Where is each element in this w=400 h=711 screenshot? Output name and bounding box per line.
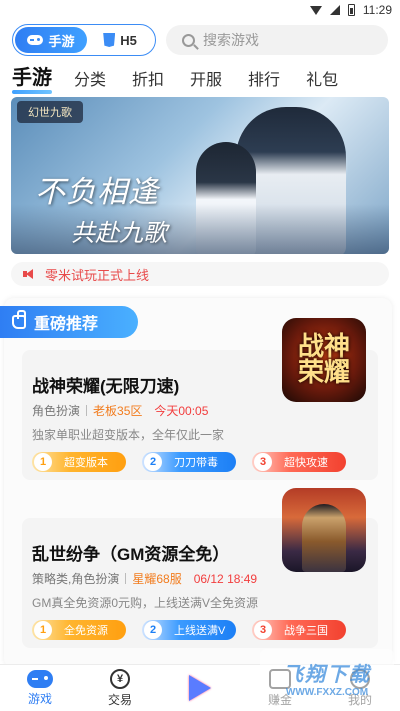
tag-number: 2 <box>144 453 162 471</box>
game-tags: 1 超变版本 2 刀刀带毒 3 超快攻速 <box>32 452 346 472</box>
game-open-time: 今天00:05 <box>154 404 209 418</box>
search-icon <box>182 33 195 47</box>
mode-toggle[interactable]: 手游 H5 <box>12 24 156 56</box>
site-watermark: 飞翔下载 WWW.FXXZ.COM <box>260 649 394 707</box>
banner-slogan: 不负相逢 共赴九歌 <box>35 167 167 248</box>
signal-icon <box>329 5 340 15</box>
game-tag: 2 上线送满V <box>142 620 236 640</box>
tab-categories[interactable]: 分类 <box>74 66 106 96</box>
tag-number: 2 <box>144 621 162 639</box>
tag-number: 3 <box>254 621 272 639</box>
search-input[interactable] <box>203 32 373 48</box>
status-time: 11:29 <box>362 3 392 17</box>
yen-coin-icon: ¥ <box>110 668 130 689</box>
gamepad-icon <box>27 35 44 45</box>
game-icon-luanshi[interactable] <box>282 488 366 572</box>
battery-icon <box>347 4 355 16</box>
game-icon-text: 战神荣耀 <box>297 332 350 388</box>
nav-games-label: 游戏 <box>27 691 52 706</box>
mode-mobile-label: 手游 <box>48 33 75 49</box>
tag-label: 超快攻速 <box>284 457 328 469</box>
nav-trade-label: 交易 <box>107 692 132 707</box>
tab-gift-packs[interactable]: 礼包 <box>306 66 338 96</box>
game-server: 星耀68服 <box>132 572 182 586</box>
announcement-text: 零米试玩正式上线 <box>45 267 150 283</box>
nav-trade[interactable]: ¥ 交易 <box>80 665 160 711</box>
game-tag: 3 超快攻速 <box>252 452 346 472</box>
search-bar[interactable] <box>166 25 388 55</box>
tag-label: 超变版本 <box>64 457 108 469</box>
game-tag: 3 战争三国 <box>252 620 346 640</box>
bottom-navigation: 游戏 ¥ 交易 赚金 我的 飞翔下载 WWW.FXXZ.COM <box>0 649 400 711</box>
mode-h5-button[interactable]: H5 <box>87 27 153 53</box>
gamepad-icon <box>27 669 53 688</box>
banner-slogan-line1: 不负相逢 <box>35 175 159 210</box>
watermark-sub: WWW.FXXZ.COM <box>285 687 369 698</box>
game-category: 策略类,角色扮演 <box>32 572 120 586</box>
tag-number: 3 <box>254 453 272 471</box>
game-title: 战神荣耀(无限刀速) <box>32 377 180 396</box>
banner-game-logo: 幻世九歌 <box>17 101 83 123</box>
category-tabs: 手游 分类 折扣 开服 排行 礼包 <box>0 64 400 96</box>
tab-ranking[interactable]: 排行 <box>248 66 280 96</box>
game-description: GM真全免资源0元购，上线送满V全免资源 <box>32 596 259 610</box>
mode-mobile-button[interactable]: 手游 <box>15 27 87 53</box>
section-title: 重磅推荐 <box>34 316 99 333</box>
tag-number: 1 <box>34 621 52 639</box>
game-tag: 1 超变版本 <box>32 452 126 472</box>
promo-banner[interactable]: 幻世九歌 不负相逢 共赴九歌 <box>11 97 389 254</box>
featured-section: 重磅推荐 战神荣耀(无限刀速) 角色扮演 老板35区 今天00:05 独家单职业… <box>0 298 392 668</box>
game-server: 老板35区 <box>93 404 143 418</box>
game-meta: 策略类,角色扮演 星耀68服 06/12 18:49 <box>32 570 257 587</box>
nav-play[interactable] <box>160 665 240 711</box>
tab-mobile-games[interactable]: 手游 <box>12 61 52 96</box>
warrior-artwork <box>302 504 346 572</box>
meta-divider <box>125 573 127 584</box>
tab-discount[interactable]: 折扣 <box>132 66 164 96</box>
tag-label: 全免资源 <box>64 625 108 637</box>
section-title-badge: 重磅推荐 <box>0 306 138 338</box>
game-tags: 1 全免资源 2 上线送满V 3 战争三国 <box>32 620 346 640</box>
tag-label: 上线送满V <box>174 625 226 637</box>
play-icon <box>189 675 211 701</box>
game-icon-zhanshen[interactable]: 战神荣耀 <box>282 318 366 402</box>
html5-icon <box>103 33 116 47</box>
status-bar: 11:29 <box>0 0 400 20</box>
game-open-time: 06/12 18:49 <box>193 571 258 586</box>
game-meta: 角色扮演 老板35区 今天00:05 <box>32 402 208 419</box>
tag-number: 1 <box>34 453 52 471</box>
top-header: 手游 H5 <box>0 22 400 62</box>
speaker-icon <box>23 269 35 279</box>
tag-label: 战争三国 <box>284 625 328 637</box>
thumbs-up-icon <box>12 310 26 329</box>
game-tag: 2 刀刀带毒 <box>142 452 236 472</box>
meta-divider <box>86 405 88 416</box>
nav-games[interactable]: 游戏 <box>0 665 80 711</box>
game-title: 乱世纷争（GM资源全免） <box>32 545 230 564</box>
tab-new-servers[interactable]: 开服 <box>190 66 222 96</box>
watermark-main: 飞翔下载 <box>283 664 371 686</box>
game-tag: 1 全免资源 <box>32 620 126 640</box>
announcement-bar[interactable]: 零米试玩正式上线 <box>11 262 389 286</box>
game-description: 独家单职业超变版本，全年仅此一家 <box>32 428 225 442</box>
banner-slogan-line2: 共赴九歌 <box>71 219 167 247</box>
wifi-icon <box>309 5 322 15</box>
game-category: 角色扮演 <box>32 404 81 418</box>
tag-label: 刀刀带毒 <box>174 457 218 469</box>
mode-h5-label: H5 <box>120 32 137 48</box>
